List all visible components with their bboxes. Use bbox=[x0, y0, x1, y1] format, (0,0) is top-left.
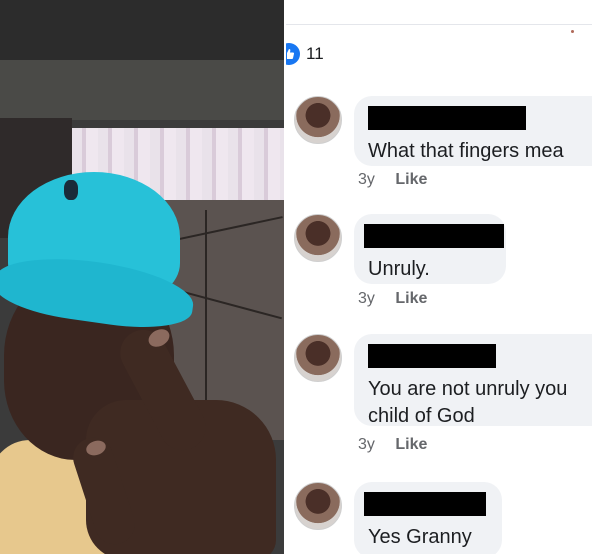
avatar[interactable] bbox=[294, 482, 342, 530]
redacted-name bbox=[364, 492, 486, 516]
speck bbox=[571, 30, 574, 33]
comment-text: Unruly. bbox=[368, 258, 430, 280]
redacted-name bbox=[368, 106, 526, 130]
reaction-count: 11 bbox=[306, 44, 324, 63]
photo-web-line bbox=[205, 210, 207, 430]
top-bar bbox=[286, 0, 592, 25]
thumbs-up-icon bbox=[286, 49, 295, 59]
comment-feed: 11 What that fingers mea 3y Like Unruly.… bbox=[286, 0, 592, 554]
like-button[interactable]: Like bbox=[395, 171, 427, 188]
like-icon bbox=[286, 43, 300, 65]
comment-bubble: Unruly. bbox=[354, 214, 506, 284]
reaction-summary[interactable]: 11 bbox=[286, 42, 324, 66]
comment-text: What that fingers mea bbox=[368, 140, 564, 162]
comment-text: You are not unruly you child of God bbox=[368, 378, 568, 427]
comment-meta: 3y Like bbox=[358, 436, 427, 454]
comment-meta: 3y Like bbox=[358, 290, 427, 308]
avatar[interactable] bbox=[294, 214, 342, 262]
photo-background bbox=[0, 0, 284, 60]
comment-text: Yes Granny bbox=[368, 526, 472, 548]
comment-time: 3y bbox=[358, 290, 375, 307]
photo-wall bbox=[0, 60, 284, 120]
comment-time: 3y bbox=[358, 436, 375, 453]
redacted-name bbox=[368, 344, 496, 368]
comment-bubble: What that fingers mea bbox=[354, 96, 592, 166]
avatar[interactable] bbox=[294, 334, 342, 382]
comment-bubble: You are not unruly you child of God bbox=[354, 334, 592, 427]
like-button[interactable]: Like bbox=[395, 436, 427, 453]
comment-time: 3y bbox=[358, 171, 375, 188]
comment-bubble: Yes Granny bbox=[354, 482, 502, 554]
avatar[interactable] bbox=[294, 96, 342, 144]
photo bbox=[0, 0, 284, 554]
photo-hat-logo bbox=[64, 180, 78, 200]
redacted-name bbox=[364, 224, 504, 248]
comment-meta: 3y Like bbox=[358, 171, 427, 189]
like-button[interactable]: Like bbox=[395, 290, 427, 307]
